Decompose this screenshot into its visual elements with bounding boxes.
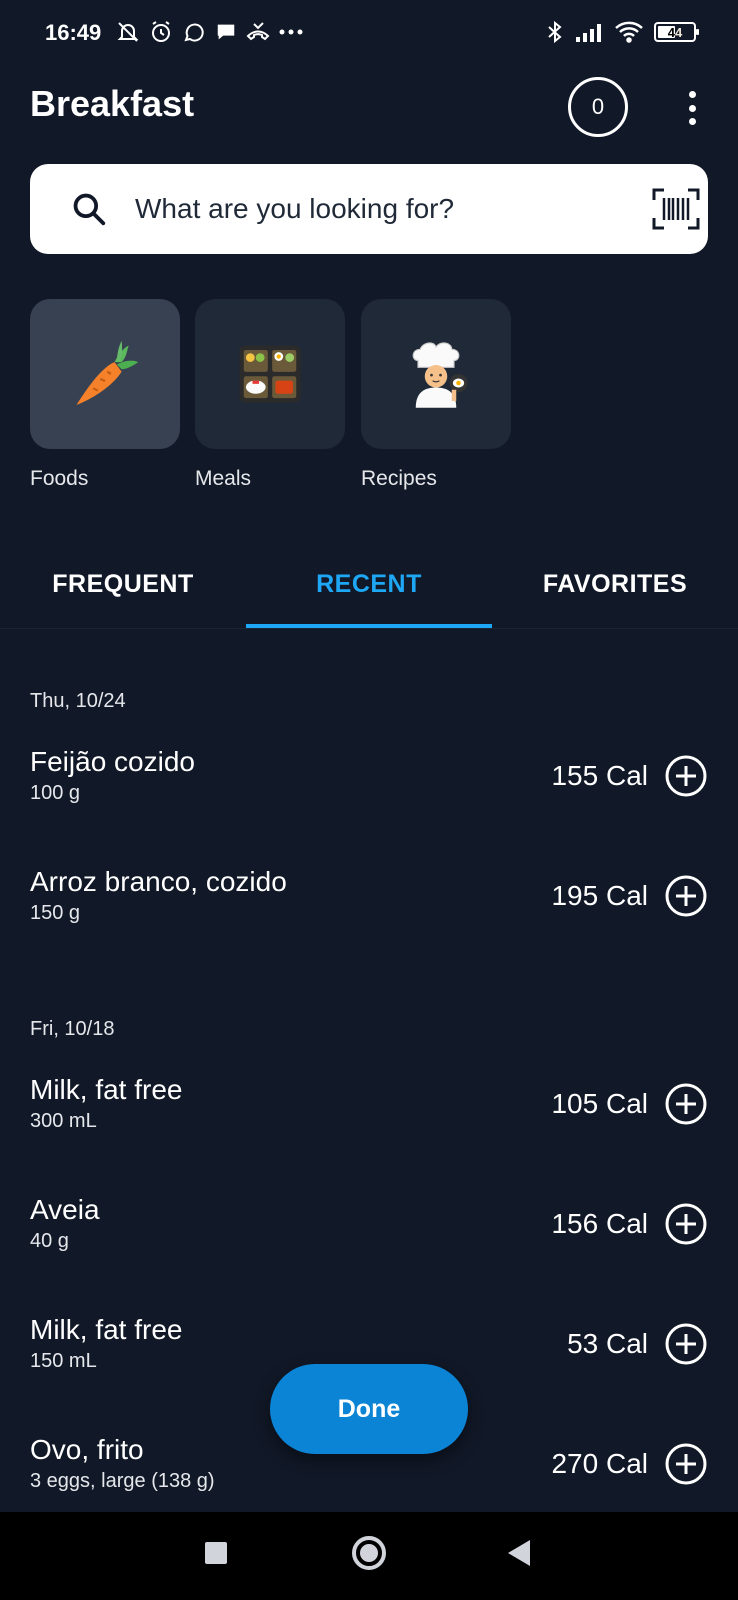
tab-recent[interactable]: RECENT — [246, 540, 492, 628]
done-button[interactable]: Done — [270, 1364, 468, 1454]
chef-icon — [412, 342, 468, 408]
food-name: Milk, fat free — [30, 1074, 183, 1105]
food-portion: 100 g — [30, 782, 81, 804]
category-tile[interactable] — [361, 299, 511, 449]
status-bar: 16:49 44 — [0, 0, 738, 68]
barcode-scan-icon[interactable] — [652, 188, 700, 230]
add-food-icon[interactable] — [664, 1082, 708, 1126]
notification-icons — [116, 20, 303, 44]
food-name: Feijão cozido — [30, 746, 195, 777]
food-calories: 270 Cal — [551, 1448, 648, 1479]
category-tile[interactable] — [30, 299, 180, 449]
selected-count-button[interactable]: 0 — [568, 77, 628, 137]
food-portion: 300 mL — [30, 1110, 97, 1132]
search-icon — [73, 193, 106, 226]
more-dot — [688, 118, 696, 125]
food-calories: 105 Cal — [551, 1088, 648, 1119]
mute-bell-icon — [117, 22, 139, 42]
category-tile[interactable] — [195, 299, 345, 449]
food-portion: 150 mL — [30, 1350, 97, 1372]
recent-apps-icon[interactable] — [205, 1542, 227, 1564]
more-dot — [688, 104, 696, 112]
home-icon[interactable] — [352, 1536, 386, 1570]
missed-call-icon — [246, 22, 270, 41]
chat-bubble-icon — [217, 24, 235, 40]
whatsapp-icon — [184, 23, 204, 42]
tab-bar: FREQUENT RECENT FAVORITES — [0, 540, 738, 628]
more-dots-icon — [279, 29, 303, 35]
food-item-row[interactable]: Arroz branco, cozido 150 g 195 Cal — [0, 866, 738, 946]
signal-icon — [576, 24, 601, 42]
bluetooth-icon — [548, 20, 562, 44]
carrot-icon — [76, 340, 139, 405]
category-label: Meals — [195, 467, 252, 490]
food-name: Arroz branco, cozido — [30, 866, 287, 897]
food-name: Milk, fat free — [30, 1314, 183, 1345]
food-portion: 3 eggs, large (138 g) — [30, 1470, 215, 1492]
system-nav-bar — [0, 1512, 738, 1600]
search-input[interactable] — [135, 184, 615, 234]
bento-box-icon — [239, 345, 301, 403]
food-name: Aveia — [30, 1194, 100, 1225]
add-food-icon[interactable] — [664, 874, 708, 918]
food-calories: 156 Cal — [551, 1208, 648, 1239]
status-time: 16:49 — [45, 20, 102, 45]
page-title: Breakfast — [30, 83, 195, 124]
food-item-row[interactable]: Milk, fat free 300 mL 105 Cal — [0, 1074, 738, 1154]
food-calories: 53 Cal — [567, 1328, 648, 1359]
battery-level: 44 — [667, 24, 683, 40]
alarm-icon — [152, 21, 170, 42]
search-bar[interactable] — [30, 164, 708, 254]
category-label: Recipes — [361, 467, 437, 490]
date-header: Fri, 10/18 — [30, 1018, 115, 1040]
divider — [0, 628, 738, 629]
tab-frequent[interactable]: FREQUENT — [0, 540, 246, 628]
more-options-button[interactable] — [680, 88, 704, 128]
food-item-row[interactable]: Feijão cozido 100 g 155 Cal — [0, 746, 738, 826]
app-screen: 16:49 44 Breakfast 0 What are you lookin… — [0, 0, 738, 1600]
food-item-row[interactable]: Aveia 40 g 156 Cal — [0, 1194, 738, 1274]
add-food-icon[interactable] — [664, 754, 708, 798]
tab-favorites[interactable]: FAVORITES — [492, 540, 738, 628]
wifi-icon — [615, 21, 643, 43]
food-name: Ovo, frito — [30, 1434, 144, 1465]
date-header: Thu, 10/24 — [30, 690, 126, 712]
food-portion: 150 g — [30, 902, 81, 924]
back-icon[interactable] — [508, 1540, 530, 1566]
selected-count: 0 — [591, 94, 605, 119]
more-dot — [688, 91, 696, 98]
category-label: Foods — [30, 467, 89, 490]
food-calories: 195 Cal — [551, 880, 648, 911]
category-meals[interactable]: Meals — [195, 299, 345, 491]
food-portion: 40 g — [30, 1230, 69, 1252]
battery-icon: 44 — [654, 22, 699, 42]
food-calories: 155 Cal — [551, 760, 648, 791]
add-food-icon[interactable] — [664, 1442, 708, 1486]
add-food-icon[interactable] — [664, 1322, 708, 1366]
add-food-icon[interactable] — [664, 1202, 708, 1246]
system-icons: 44 — [546, 20, 699, 44]
category-recipes[interactable]: Recipes — [361, 299, 511, 491]
category-foods[interactable]: Foods — [30, 299, 180, 491]
